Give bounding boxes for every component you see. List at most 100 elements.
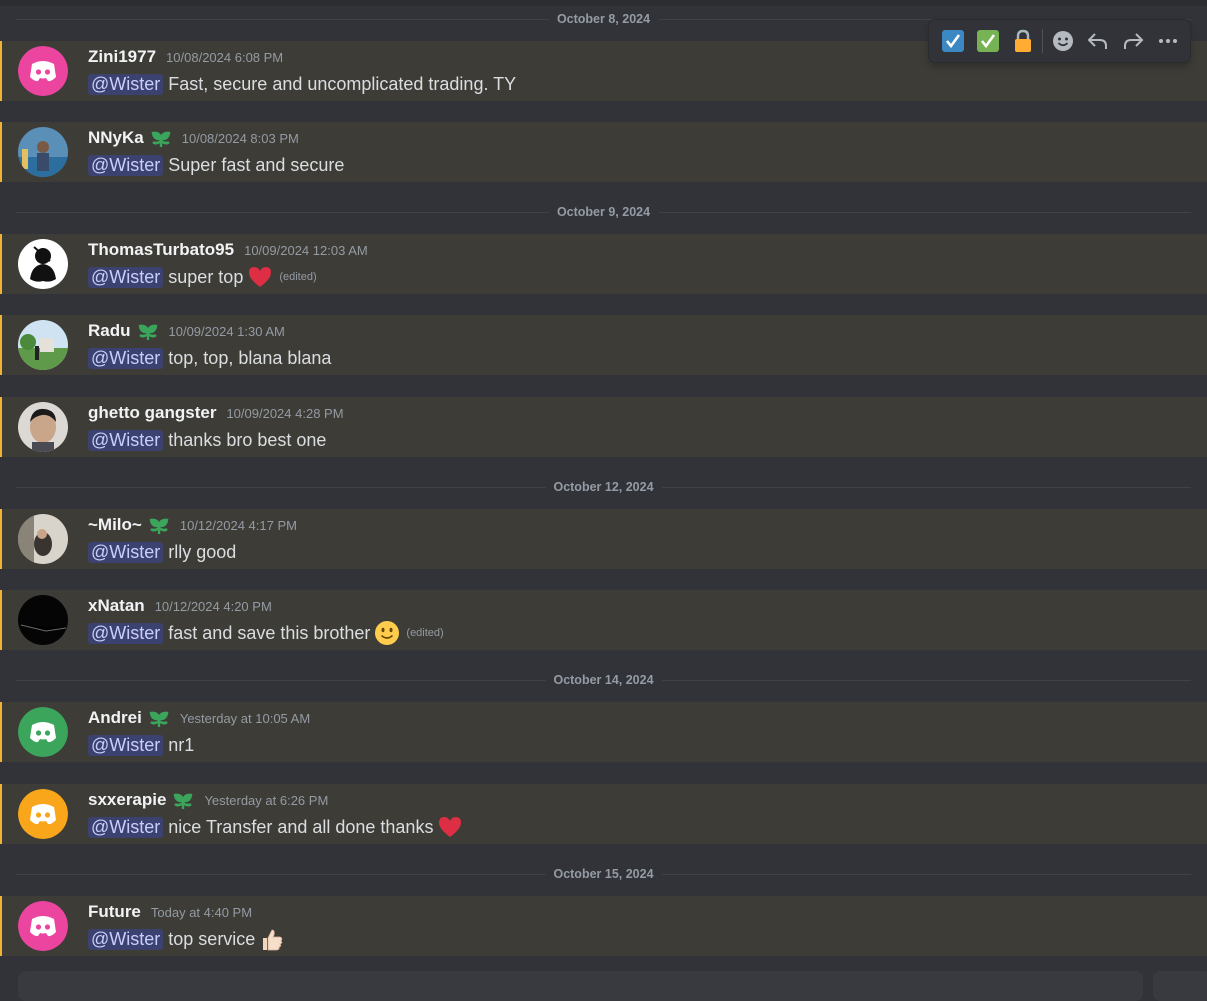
date-divider: October 15, 2024 bbox=[16, 863, 1191, 885]
timestamp: Today at 4:40 PM bbox=[150, 904, 253, 920]
edited-label: (edited) bbox=[279, 271, 317, 283]
date-divider: October 14, 2024 bbox=[16, 669, 1191, 691]
avatar[interactable] bbox=[18, 901, 68, 951]
user-mention[interactable]: @Wister bbox=[88, 73, 164, 95]
user-mention[interactable]: @Wister bbox=[88, 928, 164, 950]
timestamp: 10/09/2024 1:30 AM bbox=[168, 323, 285, 339]
emoji-icon[interactable] bbox=[1045, 25, 1080, 57]
avatar[interactable] bbox=[18, 46, 68, 96]
user-mention[interactable]: @Wister bbox=[88, 622, 164, 644]
reply-icon[interactable] bbox=[1080, 25, 1115, 57]
avatar[interactable] bbox=[18, 707, 68, 757]
message-text: super top bbox=[168, 266, 244, 287]
leaf-badge-icon[interactable] bbox=[172, 789, 194, 811]
user-photo-avatar bbox=[18, 127, 68, 177]
timestamp: 10/09/2024 4:28 PM bbox=[226, 405, 344, 421]
user-photo-avatar bbox=[18, 320, 68, 370]
username[interactable]: NNyKa bbox=[88, 128, 144, 148]
more-icon[interactable] bbox=[1150, 25, 1185, 57]
discord-logo-icon bbox=[18, 707, 68, 757]
lock-icon[interactable] bbox=[1005, 25, 1040, 57]
message[interactable]: xNatan 10/12/2024 4:20 PM @Wister fast a… bbox=[0, 590, 1207, 650]
discord-logo-icon bbox=[18, 789, 68, 839]
timestamp: 10/08/2024 8:03 PM bbox=[181, 130, 299, 146]
date-label: October 12, 2024 bbox=[545, 478, 662, 496]
composer-side-panel[interactable] bbox=[1153, 971, 1207, 1001]
thumbs-up-icon[interactable] bbox=[259, 926, 285, 952]
user-mention[interactable]: @Wister bbox=[88, 154, 164, 176]
message[interactable]: Radu 10/09/2024 1:30 AM @Wister top, top… bbox=[0, 315, 1207, 375]
message-text: nice Transfer and all done thanks bbox=[168, 816, 434, 837]
top-bar bbox=[0, 0, 1207, 6]
timestamp: 10/09/2024 12:03 AM bbox=[244, 242, 368, 258]
date-label: October 15, 2024 bbox=[545, 865, 662, 883]
username[interactable]: ~Milo~ bbox=[88, 515, 142, 535]
message[interactable]: ThomasTurbato95 10/09/2024 12:03 AM @Wis… bbox=[0, 234, 1207, 294]
user-photo-avatar bbox=[18, 595, 68, 645]
leaf-badge-icon[interactable] bbox=[137, 320, 159, 342]
user-photo-avatar bbox=[18, 239, 68, 289]
forward-icon[interactable] bbox=[1115, 25, 1150, 57]
message-text: top, top, blana blana bbox=[168, 347, 332, 368]
date-divider: October 9, 2024 bbox=[16, 201, 1191, 223]
avatar[interactable] bbox=[18, 789, 68, 839]
checkbox-blue-icon[interactable] bbox=[935, 25, 970, 57]
user-mention[interactable]: @Wister bbox=[88, 429, 164, 451]
message-text: Super fast and secure bbox=[168, 154, 345, 175]
red-heart-icon[interactable] bbox=[437, 814, 463, 840]
timestamp: Yesterday at 10:05 AM bbox=[179, 710, 311, 726]
username[interactable]: sxxerapie bbox=[88, 790, 166, 810]
user-photo-avatar bbox=[18, 514, 68, 564]
avatar[interactable] bbox=[18, 239, 68, 289]
username[interactable]: Zini1977 bbox=[88, 47, 156, 67]
message-text: rlly good bbox=[168, 541, 237, 562]
discord-logo-icon bbox=[18, 901, 68, 951]
message-text: nr1 bbox=[168, 734, 195, 755]
user-mention[interactable]: @Wister bbox=[88, 816, 164, 838]
username[interactable]: Future bbox=[88, 902, 141, 922]
toolbar-divider bbox=[1042, 29, 1043, 53]
user-mention[interactable]: @Wister bbox=[88, 347, 164, 369]
message-text: thanks bro best one bbox=[168, 429, 327, 450]
message-action-toolbar bbox=[929, 20, 1190, 62]
user-mention[interactable]: @Wister bbox=[88, 734, 164, 756]
avatar[interactable] bbox=[18, 127, 68, 177]
red-heart-icon[interactable] bbox=[247, 264, 273, 290]
avatar[interactable] bbox=[18, 514, 68, 564]
message-text: fast and save this brother bbox=[168, 622, 371, 643]
avatar[interactable] bbox=[18, 320, 68, 370]
message-composer[interactable] bbox=[18, 971, 1143, 1001]
check-mark-green-icon[interactable] bbox=[970, 25, 1005, 57]
message-text: top service bbox=[168, 928, 256, 949]
user-photo-avatar bbox=[18, 402, 68, 452]
message[interactable]: Future Today at 4:40 PM @Wister top serv… bbox=[0, 896, 1207, 956]
timestamp: 10/12/2024 4:20 PM bbox=[154, 598, 272, 614]
date-label: October 9, 2024 bbox=[548, 203, 659, 221]
date-divider: October 12, 2024 bbox=[16, 476, 1191, 498]
username[interactable]: ghetto gangster bbox=[88, 403, 216, 423]
message[interactable]: NNyKa 10/08/2024 8:03 PM @Wister Super f… bbox=[0, 122, 1207, 182]
message[interactable]: Andrei Yesterday at 10:05 AM @Wister nr1 bbox=[0, 702, 1207, 762]
username[interactable]: xNatan bbox=[88, 596, 145, 616]
avatar[interactable] bbox=[18, 595, 68, 645]
message[interactable]: ~Milo~ 10/12/2024 4:17 PM @Wister rlly g… bbox=[0, 509, 1207, 569]
username[interactable]: Radu bbox=[88, 321, 131, 341]
username[interactable]: Andrei bbox=[88, 708, 142, 728]
avatar[interactable] bbox=[18, 402, 68, 452]
edited-label: (edited) bbox=[406, 627, 444, 639]
message-text: Fast, secure and uncomplicated trading. … bbox=[168, 73, 517, 94]
date-label: October 14, 2024 bbox=[545, 671, 662, 689]
message[interactable]: sxxerapie Yesterday at 6:26 PM @Wister n… bbox=[0, 784, 1207, 844]
leaf-badge-icon[interactable] bbox=[150, 127, 172, 149]
timestamp: 10/08/2024 6:08 PM bbox=[166, 49, 284, 65]
discord-logo-icon bbox=[18, 46, 68, 96]
username[interactable]: ThomasTurbato95 bbox=[88, 240, 234, 260]
leaf-badge-icon[interactable] bbox=[148, 514, 170, 536]
user-mention[interactable]: @Wister bbox=[88, 541, 164, 563]
timestamp: Yesterday at 6:26 PM bbox=[204, 792, 329, 808]
message[interactable]: ghetto gangster 10/09/2024 4:28 PM @Wist… bbox=[0, 397, 1207, 457]
leaf-badge-icon[interactable] bbox=[148, 707, 170, 729]
user-mention[interactable]: @Wister bbox=[88, 266, 164, 288]
timestamp: 10/12/2024 4:17 PM bbox=[179, 517, 297, 533]
slight-smile-icon[interactable] bbox=[374, 620, 400, 646]
